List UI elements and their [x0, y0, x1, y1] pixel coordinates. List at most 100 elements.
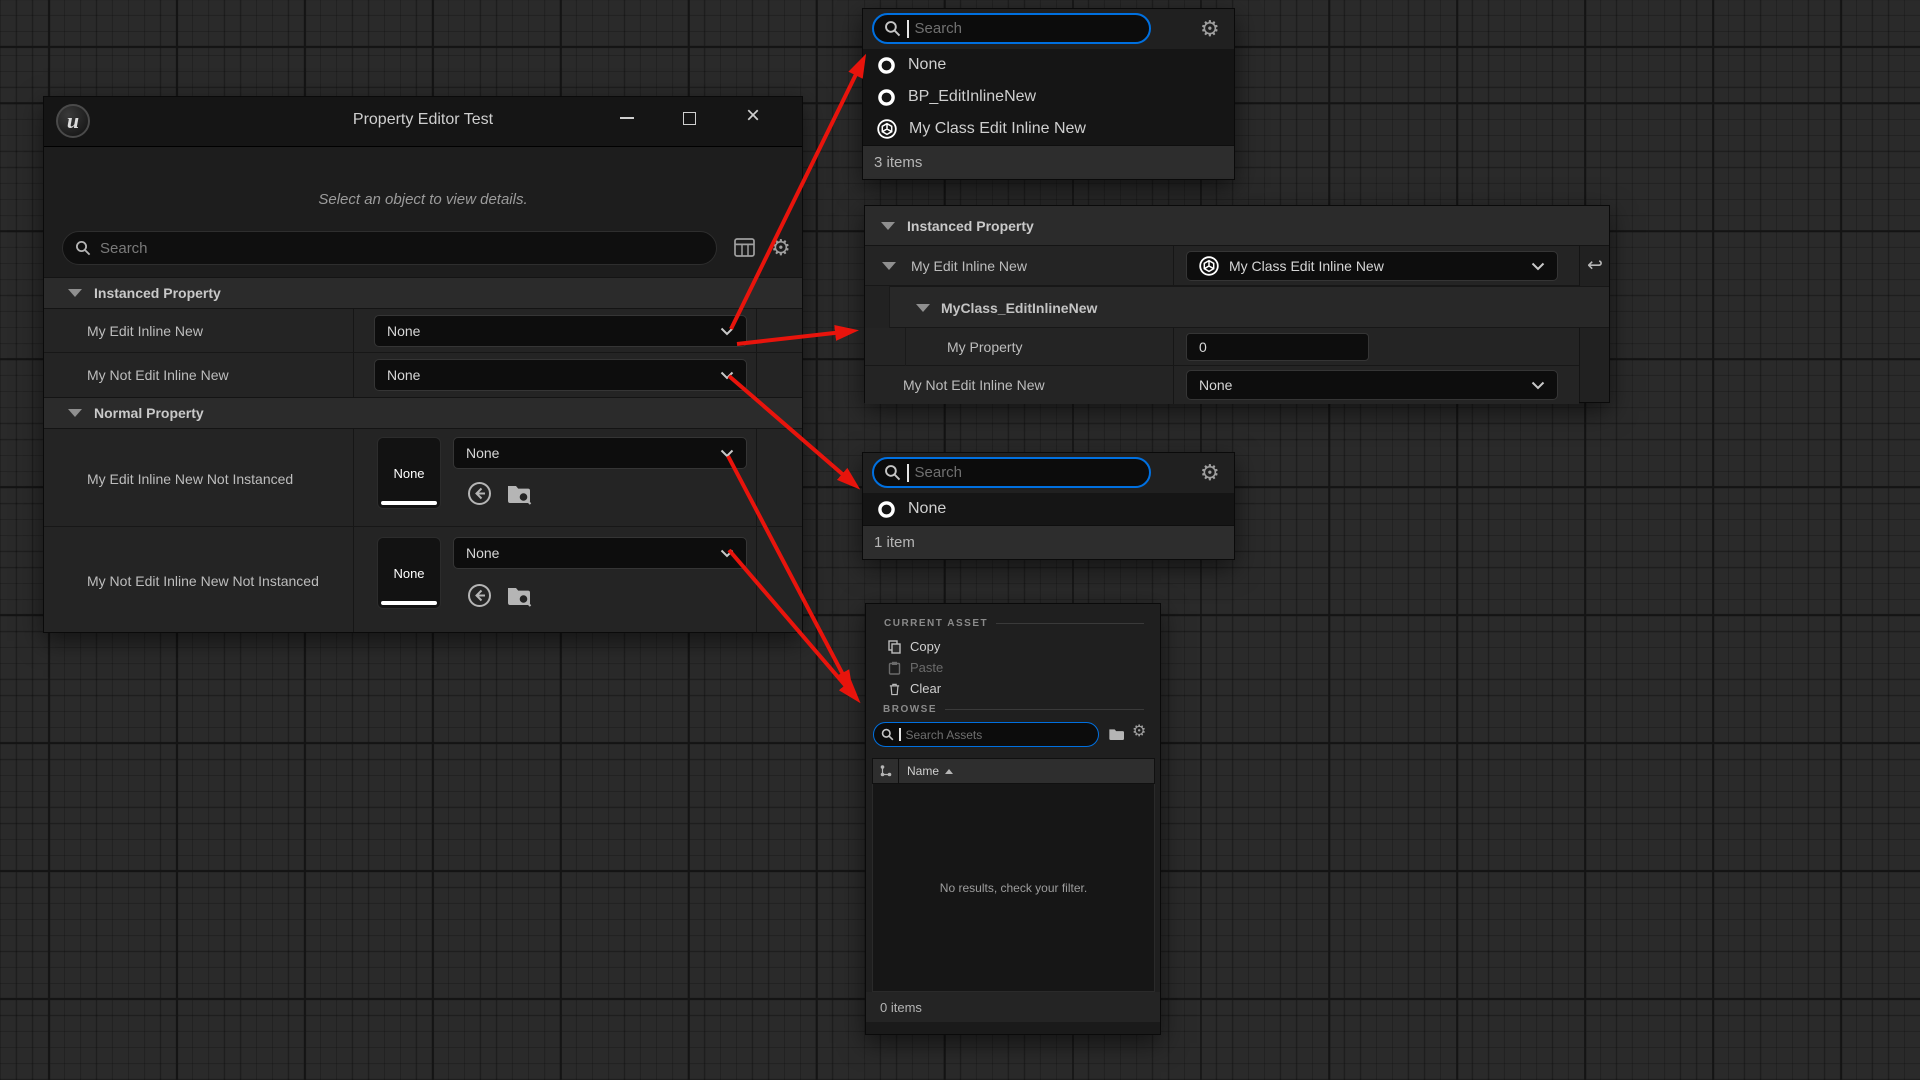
edit-inline-new-not-instanced-combobox[interactable]: None [453, 437, 747, 469]
small-picker-list: None [863, 493, 1234, 525]
row-right-divider [756, 353, 757, 397]
use-selected-arrow-icon [467, 481, 492, 506]
class-cube-icon [877, 119, 897, 139]
property-label: My Not Edit Inline New Not Instanced [87, 573, 319, 589]
heading-rule [996, 623, 1144, 624]
item-count: 0 items [880, 1000, 922, 1015]
property-label: My Property [947, 339, 1022, 355]
not-edit-inline-new-not-instanced-combobox[interactable]: None [453, 537, 747, 569]
chevron-down-icon [720, 449, 734, 458]
sort-ascending-icon [945, 769, 953, 774]
use-selected-asset-button[interactable] [467, 583, 492, 613]
maximize-button[interactable] [672, 103, 706, 133]
view-options-button[interactable]: ⚙ [771, 237, 791, 259]
thumbnail-label: None [393, 566, 424, 581]
column-splitter[interactable] [1173, 366, 1174, 404]
asset-search-input[interactable]: Search Assets [873, 722, 1099, 747]
close-button[interactable]: × [736, 101, 770, 131]
text-cursor [899, 728, 901, 741]
section-instanced-property[interactable]: Instanced Property [44, 277, 802, 309]
copy-icon [888, 640, 901, 654]
menu-item-label: Paste [910, 660, 943, 675]
column-splitter[interactable] [1173, 246, 1174, 286]
class-picker-list: None BP_EditInlineNew My Class Edit Inli… [863, 49, 1234, 145]
my-property-number-input[interactable]: 0 [1186, 333, 1369, 361]
search-placeholder: Search [915, 464, 963, 481]
empty-selection-message: Select an object to view details. [44, 191, 802, 208]
row-right-divider [756, 309, 757, 353]
edit-inline-new-combobox[interactable]: None [374, 315, 747, 347]
details-view-button[interactable] [734, 238, 755, 262]
class-option-none[interactable]: None [863, 49, 1234, 81]
asset-thumbnail[interactable]: None [377, 437, 441, 509]
row-my-not-edit-inline-new-not-instanced: My Not Edit Inline New Not Instanced Non… [44, 527, 802, 632]
class-option-my-class-edit-inline-new[interactable]: My Class Edit Inline New [863, 113, 1234, 145]
reset-to-default-button[interactable]: ↩ [1587, 254, 1603, 277]
class-option-bp-editinlinenew[interactable]: BP_EditInlineNew [863, 81, 1234, 113]
settings-gear-icon: ⚙ [1200, 460, 1220, 485]
search-icon [881, 728, 894, 741]
class-picker-search-input[interactable]: Search [872, 13, 1151, 44]
chevron-down-icon [720, 327, 734, 336]
folder-search-icon [506, 481, 533, 506]
details-section-instanced-property[interactable]: Instanced Property [865, 206, 1609, 246]
minimize-icon [620, 117, 634, 119]
window-titlebar[interactable]: u Property Editor Test × [44, 97, 802, 147]
asset-picker-footer: 0 items [866, 992, 1160, 1022]
search-icon [884, 20, 901, 37]
class-option-none[interactable]: None [863, 493, 1234, 525]
menu-item-label: Clear [910, 681, 941, 696]
property-label: My Not Edit Inline New [903, 377, 1045, 393]
edit-inline-new-class-combobox[interactable]: My Class Edit Inline New [1186, 251, 1558, 281]
column-splitter[interactable] [353, 309, 354, 353]
subobject-label: MyClass_EditInlineNew [941, 300, 1097, 316]
empty-results-message: No results, check your filter. [940, 881, 1087, 895]
column-splitter[interactable] [353, 353, 354, 397]
use-selected-asset-button[interactable] [467, 481, 492, 511]
settings-gear-icon: ⚙ [771, 235, 791, 260]
combo-value: My Class Edit Inline New [1229, 258, 1384, 274]
subobject-header-myclass-editinlinenew[interactable]: MyClass_EditInlineNew [889, 286, 1609, 328]
search-icon [75, 240, 91, 256]
class-picker-settings-button[interactable]: ⚙ [1200, 18, 1220, 40]
minimize-button[interactable] [610, 103, 644, 133]
column-splitter[interactable] [1173, 328, 1174, 366]
class-circle-icon [877, 500, 896, 519]
asset-tree-toggle[interactable] [873, 759, 899, 783]
section-label: Instanced Property [907, 218, 1034, 234]
asset-list-empty-area: No results, check your filter. [872, 784, 1155, 992]
settings-gear-icon: ⚙ [1132, 723, 1146, 740]
path-picker-button[interactable] [1108, 726, 1126, 747]
not-edit-inline-new-class-combobox[interactable]: None [1186, 370, 1558, 400]
section-label: Normal Property [94, 405, 204, 421]
asset-list-column-header[interactable]: Name [872, 758, 1155, 784]
menu-item-copy[interactable]: Copy [866, 636, 1160, 657]
asset-view-options-button[interactable]: ⚙ [1132, 724, 1146, 740]
browse-to-asset-button[interactable] [506, 583, 533, 613]
column-splitter[interactable] [353, 527, 354, 632]
details-row-my-not-edit-inline-new: My Not Edit Inline New None [865, 366, 1579, 404]
text-cursor [907, 464, 909, 482]
asset-thumbnail[interactable]: None [377, 537, 441, 609]
details-search-input[interactable]: Search [62, 231, 717, 265]
search-icon [884, 464, 901, 481]
menu-item-paste[interactable]: Paste [866, 657, 1160, 678]
expander-triangle-icon[interactable] [882, 262, 896, 270]
search-placeholder: Search [100, 240, 148, 257]
small-picker-footer: 1 item [863, 525, 1234, 559]
class-cube-icon [1199, 256, 1219, 276]
small-picker-settings-button[interactable]: ⚙ [1200, 462, 1220, 484]
menu-item-clear[interactable]: Clear [866, 678, 1160, 699]
details-row-my-edit-inline-new: My Edit Inline New My Class Edit Inline … [865, 246, 1579, 286]
browse-to-asset-button[interactable] [506, 481, 533, 511]
not-edit-inline-new-combobox[interactable]: None [374, 359, 747, 391]
expander-triangle-icon [68, 409, 82, 417]
class-picker-popup: Search ⚙ None BP_EditInlineNew My Class … [862, 8, 1235, 180]
combo-value: None [387, 367, 420, 383]
small-picker-search-input[interactable]: Search [872, 457, 1151, 488]
browse-heading: BROWSE [883, 704, 1150, 715]
column-splitter[interactable] [353, 429, 354, 527]
expander-triangle-icon [68, 289, 82, 297]
thumbnail-label: None [393, 466, 424, 481]
section-normal-property[interactable]: Normal Property [44, 397, 802, 429]
